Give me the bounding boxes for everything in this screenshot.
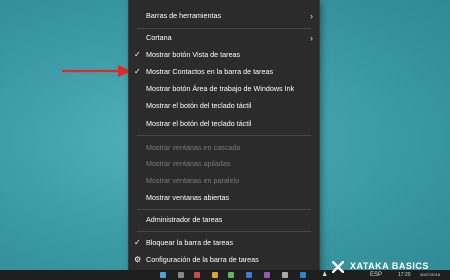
menu-item-label: Cortana bbox=[146, 33, 172, 42]
menu-separator bbox=[137, 209, 311, 210]
app-icon[interactable] bbox=[282, 272, 288, 278]
taskbar-context-menu: Barras de herramientas › Cortana › ✓ Mos… bbox=[128, 0, 320, 272]
menu-item-touch-keyboard-button-2[interactable]: Mostrar el botón del teclado táctil bbox=[129, 115, 319, 133]
menu-item-label: Barras de herramientas bbox=[146, 11, 222, 20]
menu-item-label: Mostrar ventanas en paralelo bbox=[146, 176, 240, 185]
menu-separator bbox=[137, 231, 311, 232]
checkmark-icon: ✓ bbox=[134, 238, 141, 247]
gear-icon: ⚙ bbox=[134, 255, 142, 264]
menu-item-taskbar-settings[interactable]: ⚙ Configuración de la barra de tareas bbox=[129, 251, 319, 269]
menu-item-touch-keyboard-button[interactable]: Mostrar el botón del teclado táctil bbox=[129, 97, 319, 115]
menu-item-stack-windows: Mostrar ventanas apiladas bbox=[129, 155, 319, 173]
app-icon[interactable] bbox=[228, 272, 234, 278]
app-icon[interactable] bbox=[212, 272, 218, 278]
menu-item-lock-taskbar[interactable]: ✓ Bloquear la barra de tareas bbox=[129, 234, 319, 252]
menu-item-label: Administrador de tareas bbox=[146, 215, 223, 224]
menu-item-label: Bloquear la barra de tareas bbox=[146, 238, 234, 247]
menu-item-windows-ink-button[interactable]: Mostrar botón Área de trabajo de Windows… bbox=[129, 80, 319, 98]
app-icon[interactable] bbox=[194, 272, 200, 278]
menu-item-label: Mostrar el botón del teclado táctil bbox=[146, 119, 252, 128]
menu-item-label: Mostrar botón Área de trabajo de Windows… bbox=[146, 84, 295, 93]
menu-item-label: Mostrar ventanas apiladas bbox=[146, 159, 231, 168]
menu-item-show-contacts[interactable]: ✓ Mostrar Contactos en la barra de tarea… bbox=[129, 63, 319, 81]
menu-item-side-by-side-windows: Mostrar ventanas en paralelo bbox=[129, 172, 319, 190]
checkmark-icon: ✓ bbox=[134, 50, 141, 59]
menu-separator bbox=[137, 135, 311, 136]
menu-item-cortana[interactable]: Cortana › bbox=[129, 29, 319, 47]
chevron-right-icon: › bbox=[310, 11, 313, 21]
menu-item-task-manager[interactable]: Administrador de tareas bbox=[129, 211, 319, 229]
menu-item-label: Mostrar Contactos en la barra de tareas bbox=[146, 67, 274, 76]
menu-item-task-view-button[interactable]: ✓ Mostrar botón Vista de tareas bbox=[129, 46, 319, 64]
people-tray-icon[interactable]: ♟ bbox=[322, 270, 327, 280]
red-arrow-annotation bbox=[62, 65, 132, 77]
app-icon[interactable] bbox=[178, 272, 184, 278]
menu-item-label: Mostrar el botón del teclado táctil bbox=[146, 101, 252, 110]
watermark: XATAKA BASICS bbox=[332, 258, 429, 274]
app-icon[interactable] bbox=[300, 272, 306, 278]
menu-item-show-open-windows[interactable]: Mostrar ventanas abiertas bbox=[129, 189, 319, 207]
chevron-right-icon: › bbox=[310, 33, 313, 43]
checkmark-icon: ✓ bbox=[134, 67, 141, 76]
menu-item-label: Mostrar ventanas abiertas bbox=[146, 193, 230, 202]
app-icon[interactable] bbox=[264, 272, 270, 278]
xataka-logo-icon bbox=[332, 260, 344, 273]
menu-item-label: Configuración de la barra de tareas bbox=[146, 255, 259, 264]
menu-item-label: Mostrar botón Vista de tareas bbox=[146, 50, 241, 59]
menu-item-toolbars[interactable]: Barras de herramientas › bbox=[129, 7, 319, 25]
watermark-text: XATAKA BASICS bbox=[350, 261, 429, 271]
app-icon[interactable] bbox=[246, 272, 252, 278]
people-icon[interactable] bbox=[160, 272, 166, 278]
